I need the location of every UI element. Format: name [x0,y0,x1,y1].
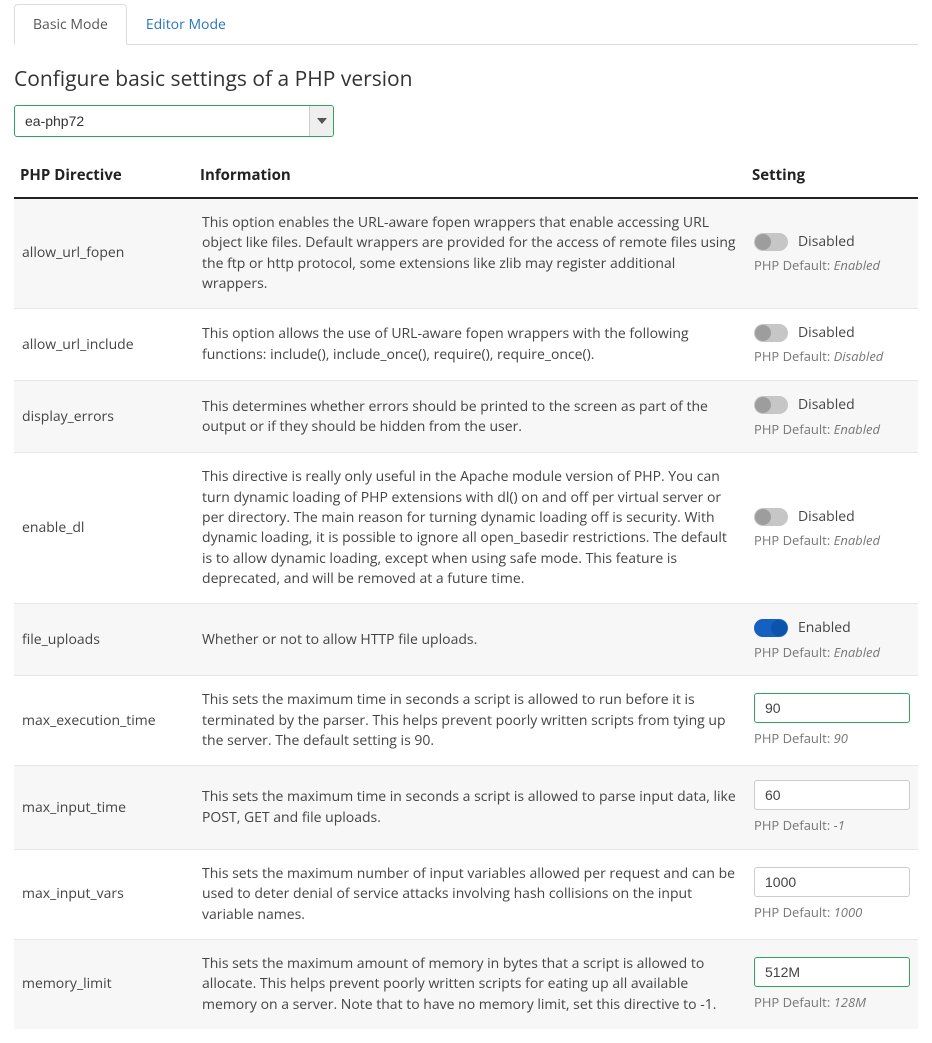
value-input[interactable] [754,693,910,723]
toggle-state-label: Disabled [798,323,855,343]
toggle-switch[interactable] [754,508,788,526]
directive-info: This sets the maximum amount of memory i… [194,940,746,1029]
php-default-prefix: PHP Default: [754,347,834,365]
tab-basic-mode[interactable]: Basic Mode [14,4,127,45]
toggle-row: Disabled [754,323,910,343]
directive-name: memory_limit [14,940,194,1029]
directive-name: max_execution_time [14,676,194,766]
directive-setting: PHP Default: 128M [746,940,918,1029]
directive-info: This sets the maximum number of input va… [194,850,746,940]
php-version-select[interactable]: ea-php72 [14,105,334,137]
php-default-value: Enabled [834,420,880,438]
directive-setting: EnabledPHP Default: Enabled [746,604,918,676]
directives-table: PHP Directive Information Setting allow_… [14,155,918,1029]
toggle-knob [755,325,771,341]
directive-name: max_input_time [14,766,194,850]
toggle-state-label: Disabled [798,232,855,252]
toggle-state-label: Enabled [798,618,851,638]
toggle-knob [755,397,771,413]
section-title: Configure basic settings of a PHP versio… [14,65,918,93]
php-default-prefix: PHP Default: [754,903,834,921]
table-row: allow_url_includeThis option allows the … [14,309,918,381]
toggle-state-label: Disabled [798,395,855,415]
directive-name: display_errors [14,381,194,453]
toggle-switch[interactable] [754,619,788,637]
toggle-row: Disabled [754,395,910,415]
directive-setting: PHP Default: 90 [746,676,918,766]
directive-setting: PHP Default: -1 [746,766,918,850]
toggle-knob [755,509,771,525]
table-row: file_uploadsWhether or not to allow HTTP… [14,604,918,676]
php-default-label: PHP Default: 128M [754,993,910,1012]
toggle-knob [771,620,787,636]
directive-info: This option allows the use of URL-aware … [194,309,746,381]
directive-name: max_input_vars [14,850,194,940]
php-default-label: PHP Default: Enabled [754,643,910,662]
tab-editor-mode[interactable]: Editor Mode [127,4,245,45]
php-default-label: PHP Default: 1000 [754,903,910,922]
php-default-label: PHP Default: 90 [754,729,910,748]
directive-info: This determines whether errors should be… [194,381,746,453]
php-default-prefix: PHP Default: [754,993,834,1011]
toggle-row: Disabled [754,507,910,527]
directive-info: This option enables the URL-aware fopen … [194,198,746,309]
directive-info: This sets the maximum time in seconds a … [194,766,746,850]
php-default-label: PHP Default: Enabled [754,256,910,275]
php-version-select-wrap: ea-php72 [14,105,334,137]
php-default-prefix: PHP Default: [754,531,834,549]
toggle-knob [755,234,771,250]
table-row: enable_dlThis directive is really only u… [14,453,918,604]
directive-setting: Disabled PHP Default: Enabled [746,381,918,453]
directive-name: enable_dl [14,453,194,604]
php-default-prefix: PHP Default: [754,816,834,834]
php-default-value: -1 [834,816,845,834]
toggle-switch[interactable] [754,233,788,251]
directive-setting: Disabled PHP Default: Enabled [746,198,918,309]
toggle-row: Enabled [754,618,910,638]
directive-info: This sets the maximum time in seconds a … [194,676,746,766]
col-header-directive: PHP Directive [14,155,194,198]
table-row: max_input_varsThis sets the maximum numb… [14,850,918,940]
php-default-label: PHP Default: Disabled [754,347,910,366]
table-row: max_input_timeThis sets the maximum time… [14,766,918,850]
directive-setting: DisabledPHP Default: Disabled [746,309,918,381]
table-row: memory_limitThis sets the maximum amount… [14,940,918,1029]
php-default-label: PHP Default: -1 [754,816,910,835]
php-default-value: Disabled [834,347,884,365]
php-default-label: PHP Default: Enabled [754,531,910,550]
toggle-row: Disabled [754,232,910,252]
value-input[interactable] [754,780,910,810]
php-default-value: Enabled [834,643,880,661]
php-default-value: 128M [834,993,866,1011]
directive-name: allow_url_include [14,309,194,381]
directive-setting: PHP Default: 1000 [746,850,918,940]
col-header-information: Information [194,155,746,198]
tabs: Basic Mode Editor Mode [14,4,918,45]
php-default-value: Enabled [834,531,880,549]
directive-name: file_uploads [14,604,194,676]
php-default-prefix: PHP Default: [754,729,834,747]
value-input[interactable] [754,957,910,987]
table-row: allow_url_fopenThis option enables the U… [14,198,918,309]
value-input[interactable] [754,867,910,897]
php-default-label: PHP Default: Enabled [754,420,910,439]
directive-setting: Disabled PHP Default: Enabled [746,453,918,604]
table-row: max_execution_timeThis sets the maximum … [14,676,918,766]
directive-name: allow_url_fopen [14,198,194,309]
col-header-setting: Setting [746,155,918,198]
directive-info: Whether or not to allow HTTP file upload… [194,604,746,676]
php-default-prefix: PHP Default: [754,256,834,274]
php-default-prefix: PHP Default: [754,420,834,438]
table-row: display_errorsThis determines whether er… [14,381,918,453]
php-default-prefix: PHP Default: [754,643,834,661]
directive-info: This directive is really only useful in … [194,453,746,604]
toggle-switch[interactable] [754,324,788,342]
php-default-value: Enabled [834,256,880,274]
php-default-value: 1000 [834,903,863,921]
toggle-switch[interactable] [754,396,788,414]
php-default-value: 90 [834,729,848,747]
toggle-state-label: Disabled [798,507,855,527]
